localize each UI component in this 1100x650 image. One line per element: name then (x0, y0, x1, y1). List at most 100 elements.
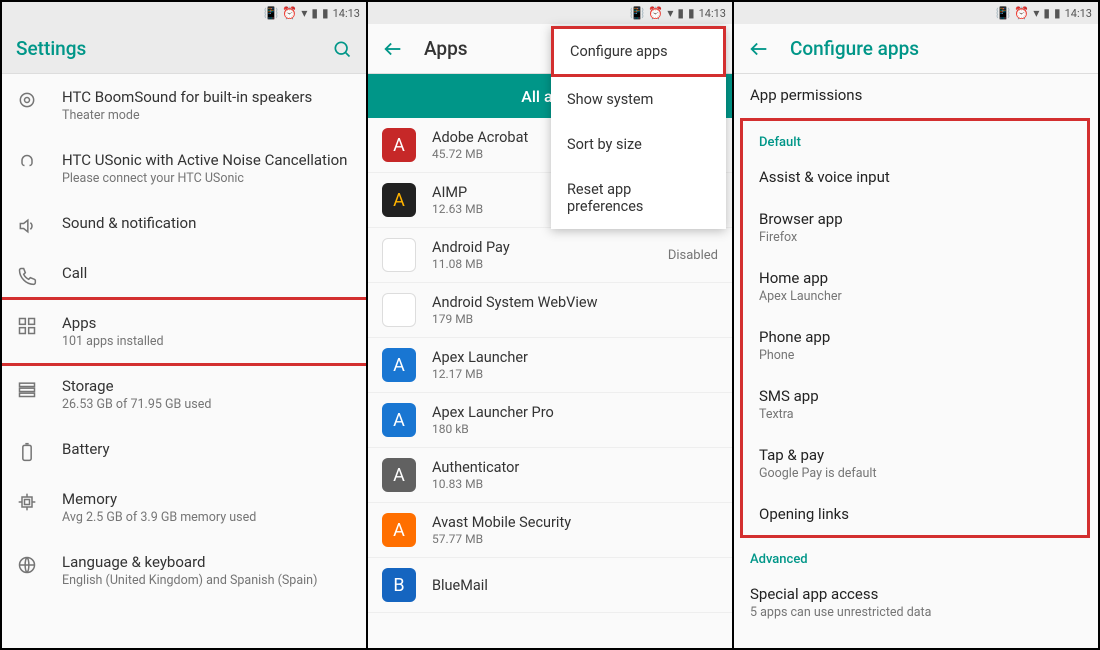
settings-row-apps[interactable]: Apps101 apps installed (2, 297, 366, 366)
app-name: Avast Mobile Security (432, 514, 718, 531)
app-size: 12.17 MB (432, 367, 718, 381)
app-size: 179 MB (432, 312, 718, 326)
row-subtitle: Apex Launcher (759, 289, 1071, 304)
settings-row-battery[interactable]: Battery (2, 426, 366, 476)
app-row[interactable]: AAndroid Pay11.08 MBDisabled (368, 228, 732, 283)
row-title: Battery (62, 440, 350, 458)
menu-item[interactable]: Sort by size (551, 122, 726, 167)
settings-row-language[interactable]: Language & keyboardEnglish (United Kingd… (2, 539, 366, 602)
menu-item[interactable]: Configure apps (551, 26, 726, 77)
default-app-row[interactable]: Home app Apex Launcher (743, 257, 1087, 316)
app-row[interactable]: AApex Launcher Pro180 kB (368, 393, 732, 448)
row-title: Home app (759, 269, 1071, 287)
row-title: HTC BoomSound for built-in speakers (62, 88, 350, 106)
configure-content: App permissions Default Assist & voice i… (734, 74, 1098, 648)
signal-icon: ▮ (311, 7, 318, 19)
row-title: Call (62, 264, 350, 282)
status-time: 14:13 (333, 7, 360, 20)
back-button[interactable] (748, 38, 770, 60)
app-row[interactable]: AAuthenticator10.83 MB (368, 448, 732, 503)
page-title: Configure apps (790, 37, 1084, 60)
default-app-row[interactable]: Phone appPhone (743, 316, 1087, 375)
settings-row-boomsound[interactable]: HTC BoomSound for built-in speakers Theat… (2, 74, 366, 137)
row-title: Memory (62, 490, 350, 508)
page-title: Settings (16, 37, 312, 60)
row-title: Apps (62, 314, 350, 332)
signal-icon: ▮ (1043, 7, 1050, 19)
default-app-row[interactable]: Tap & pay Google Pay is default (743, 434, 1087, 493)
row-texts: Language & keyboardEnglish (United Kingd… (62, 553, 350, 588)
app-row[interactable]: A Avast Mobile Security57.77 MB (368, 503, 732, 558)
settings-row-usonic[interactable]: HTC USonic with Active Noise Cancellatio… (2, 137, 366, 200)
app-name: BlueMail (432, 577, 718, 594)
memory-icon (16, 492, 38, 512)
row-subtitle: Avg 2.5 GB of 3.9 GB memory used (62, 510, 350, 525)
storage-icon (16, 379, 38, 399)
language-icon (16, 555, 38, 575)
app-size: 180 kB (432, 422, 718, 436)
app-icon: A (382, 513, 416, 547)
default-app-row[interactable]: Assist & voice input (743, 156, 1087, 198)
back-button[interactable] (382, 38, 404, 60)
battery-icon (16, 442, 38, 462)
status-bar: 📳 ⏰ ▾ ▮ ▮ 14:13 (734, 2, 1098, 24)
settings-list: HTC BoomSound for built-in speakers Theat… (2, 74, 366, 648)
row-subtitle: 26.53 GB of 71.95 GB used (62, 397, 350, 412)
settings-row-sound[interactable]: Sound & notification (2, 200, 366, 250)
settings-row-memory[interactable]: Memory Avg 2.5 GB of 3.9 GB memory used (2, 476, 366, 539)
row-subtitle: 5 apps can use unrestricted data (750, 605, 1082, 620)
wifi-icon: ▾ (1033, 7, 1039, 19)
call-icon (16, 266, 38, 286)
search-icon[interactable] (332, 39, 352, 59)
app-texts: Apex Launcher12.17 MB (432, 349, 718, 381)
status-time: 14:13 (699, 7, 726, 20)
settings-row-storage[interactable]: Storage26.53 GB of 71.95 GB used (2, 363, 366, 426)
app-texts: Android System WebView179 MB (432, 294, 718, 326)
row-title: Language & keyboard (62, 553, 350, 571)
status-bar: 📳 ⏰ ▾ ▮ ▮ 14:13 (2, 2, 366, 24)
row-title: Special app access (750, 585, 1082, 603)
settings-row-call[interactable]: Call (2, 250, 366, 300)
sound-icon (16, 216, 38, 236)
menu-item[interactable]: Reset app preferences (551, 167, 726, 229)
row-title: Sound & notification (62, 214, 350, 232)
default-app-row[interactable]: Browser appFirefox (743, 198, 1087, 257)
battery-icon: ▮ (688, 7, 695, 19)
row-title: Tap & pay (759, 446, 1071, 464)
app-icon: A (382, 458, 416, 492)
special-app-access-row[interactable]: Special app access 5 apps can use unrest… (734, 573, 1098, 632)
phone-settings: 📳 ⏰ ▾ ▮ ▮ 14:13 Settings HTC BoomSound f… (2, 2, 368, 648)
app-name: Android Pay (432, 239, 652, 256)
row-title: Assist & voice input (759, 168, 1071, 186)
usonic-icon (16, 153, 38, 173)
battery-icon: ▮ (322, 7, 329, 19)
app-status: Disabled (668, 248, 718, 263)
phone-configure-apps: 📳 ⏰ ▾ ▮ ▮ 14:13 Configure apps App permi… (734, 2, 1098, 648)
row-subtitle: Phone (759, 348, 1071, 363)
app-icon: A (382, 403, 416, 437)
row-texts: Call (62, 264, 350, 282)
signal-icon: ▮ (677, 7, 684, 19)
row-subtitle: Google Pay is default (759, 466, 1071, 481)
row-texts: Sound & notification (62, 214, 350, 232)
alarm-icon: ⏰ (282, 7, 297, 19)
menu-item[interactable]: Show system (551, 77, 726, 122)
app-name: Android System WebView (432, 294, 718, 311)
app-texts: BlueMail (432, 577, 718, 594)
app-permissions-row[interactable]: App permissions (734, 74, 1098, 116)
app-row[interactable]: AApex Launcher12.17 MB (368, 338, 732, 393)
row-subtitle: Theater mode (62, 108, 350, 123)
defaults-list: Assist & voice inputBrowser appFirefoxHo… (743, 156, 1087, 535)
battery-icon: ▮ (1054, 7, 1061, 19)
app-bar: Settings (2, 24, 366, 74)
app-row[interactable]: AAndroid System WebView179 MB (368, 283, 732, 338)
default-app-row[interactable]: SMS appTextra (743, 375, 1087, 434)
vibrate-icon: 📳 (995, 7, 1010, 19)
wifi-icon: ▾ (667, 7, 673, 19)
app-texts: Avast Mobile Security57.77 MB (432, 514, 718, 546)
app-row[interactable]: BBlueMail (368, 558, 732, 613)
boomsound-icon (16, 90, 38, 110)
row-title: Opening links (759, 505, 1071, 523)
default-app-row[interactable]: Opening links (743, 493, 1087, 535)
app-icon: A (382, 238, 416, 272)
